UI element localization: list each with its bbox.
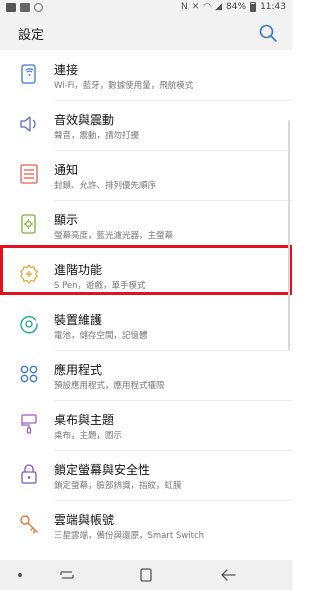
settings-item-title: 音效與震動: [54, 113, 115, 127]
home-icon[interactable]: [137, 567, 155, 583]
settings-item-subtitle: 聲音，震動，請勿打擾: [54, 131, 140, 141]
gallery-notification-icon: [6, 3, 16, 12]
settings-item-subtitle: 桌布，主題，圖示: [54, 431, 123, 441]
settings-item-subtitle: 封鎖、允許、排列優先順序: [54, 181, 157, 191]
settings-item-title: 雲端與帳號: [54, 513, 115, 527]
clock: 11:43: [260, 2, 286, 12]
mute-icon: ✕: [191, 2, 200, 12]
settings-item-cloud-accounts[interactable]: 雲端與帳號 三星雲端，備份與還原，Smart Switch: [0, 500, 292, 551]
connection-icon: [21, 64, 36, 84]
apps-icon: [20, 365, 38, 383]
settings-item-title: 鎖定螢幕與安全性: [54, 463, 151, 477]
navigation-bar: [0, 560, 292, 590]
device-care-icon: [20, 316, 38, 334]
nav-hide-dot-icon[interactable]: [18, 573, 22, 577]
nfc-icon: N: [180, 2, 188, 12]
lock-icon: [21, 464, 37, 484]
settings-item-subtitle: 電池，儲存空間，記憶體: [54, 331, 148, 341]
app-header: 設定: [0, 16, 292, 50]
brush-icon: [21, 414, 37, 434]
settings-item-connections[interactable]: 連接 Wi-Fi，藍牙，數據使用量，飛航模式: [0, 50, 292, 101]
settings-item-wallpapers-themes[interactable]: 桌布與主題 桌布，主題，圖示: [0, 400, 292, 451]
notification-icon: [20, 164, 38, 184]
recent-apps-icon[interactable]: [58, 567, 76, 583]
status-bar: N ✕ ◠ ◢ 84% 11:43: [0, 0, 292, 16]
settings-item-sounds[interactable]: 音效與震動 聲音，震動，請勿打擾: [0, 100, 292, 151]
key-icon: [20, 515, 38, 534]
sync-notification-icon: [34, 3, 43, 12]
settings-item-apps[interactable]: 應用程式 預設應用程式，應用程式權限: [0, 350, 292, 401]
battery-percent: 84%: [226, 2, 247, 12]
wifi-icon: ◠: [203, 2, 212, 12]
settings-item-title: 應用程式: [54, 363, 103, 377]
status-left-icons: [6, 3, 43, 12]
page-title: 設定: [18, 28, 45, 43]
highlight-box: [0, 245, 292, 295]
settings-item-title: 桌布與主題: [54, 413, 115, 427]
settings-item-display[interactable]: 顯示 螢幕亮度，藍光濾光器，主螢幕: [0, 200, 292, 251]
battery-icon: [250, 2, 257, 12]
back-icon[interactable]: [219, 567, 237, 583]
display-icon: [21, 214, 36, 234]
settings-item-lock-screen-security[interactable]: 鎖定螢幕與安全性 鎖定螢幕，臉部辨識，指紋，虹膜: [0, 450, 292, 501]
settings-item-title: 顯示: [54, 213, 79, 227]
settings-item-subtitle: Wi-Fi，藍牙，數據使用量，飛航模式: [54, 81, 194, 91]
settings-item-title: 通知: [54, 163, 79, 177]
settings-item-subtitle: 三星雲端，備份與還原，Smart Switch: [54, 531, 205, 541]
settings-item-subtitle: 鎖定螢幕，臉部辨識，指紋，虹膜: [54, 481, 182, 491]
search-icon[interactable]: [258, 23, 278, 43]
speaker-icon: [20, 116, 36, 132]
scrollbar[interactable]: [288, 120, 290, 350]
settings-item-title: 裝置維護: [54, 313, 103, 327]
status-right-icons: N ✕ ◠ ◢ 84% 11:43: [181, 2, 286, 12]
settings-item-subtitle: 預設應用程式，應用程式權限: [54, 381, 165, 391]
settings-item-device-care[interactable]: 裝置維護 電池，儲存空間，記憶體: [0, 300, 292, 351]
settings-item-title: 連接: [54, 63, 79, 77]
signal-icon: ◢: [215, 2, 223, 12]
youtube-notification-icon: [20, 3, 30, 12]
settings-item-subtitle: 螢幕亮度，藍光濾光器，主螢幕: [54, 231, 174, 241]
settings-item-notifications[interactable]: 通知 封鎖、允許、排列優先順序: [0, 150, 292, 201]
